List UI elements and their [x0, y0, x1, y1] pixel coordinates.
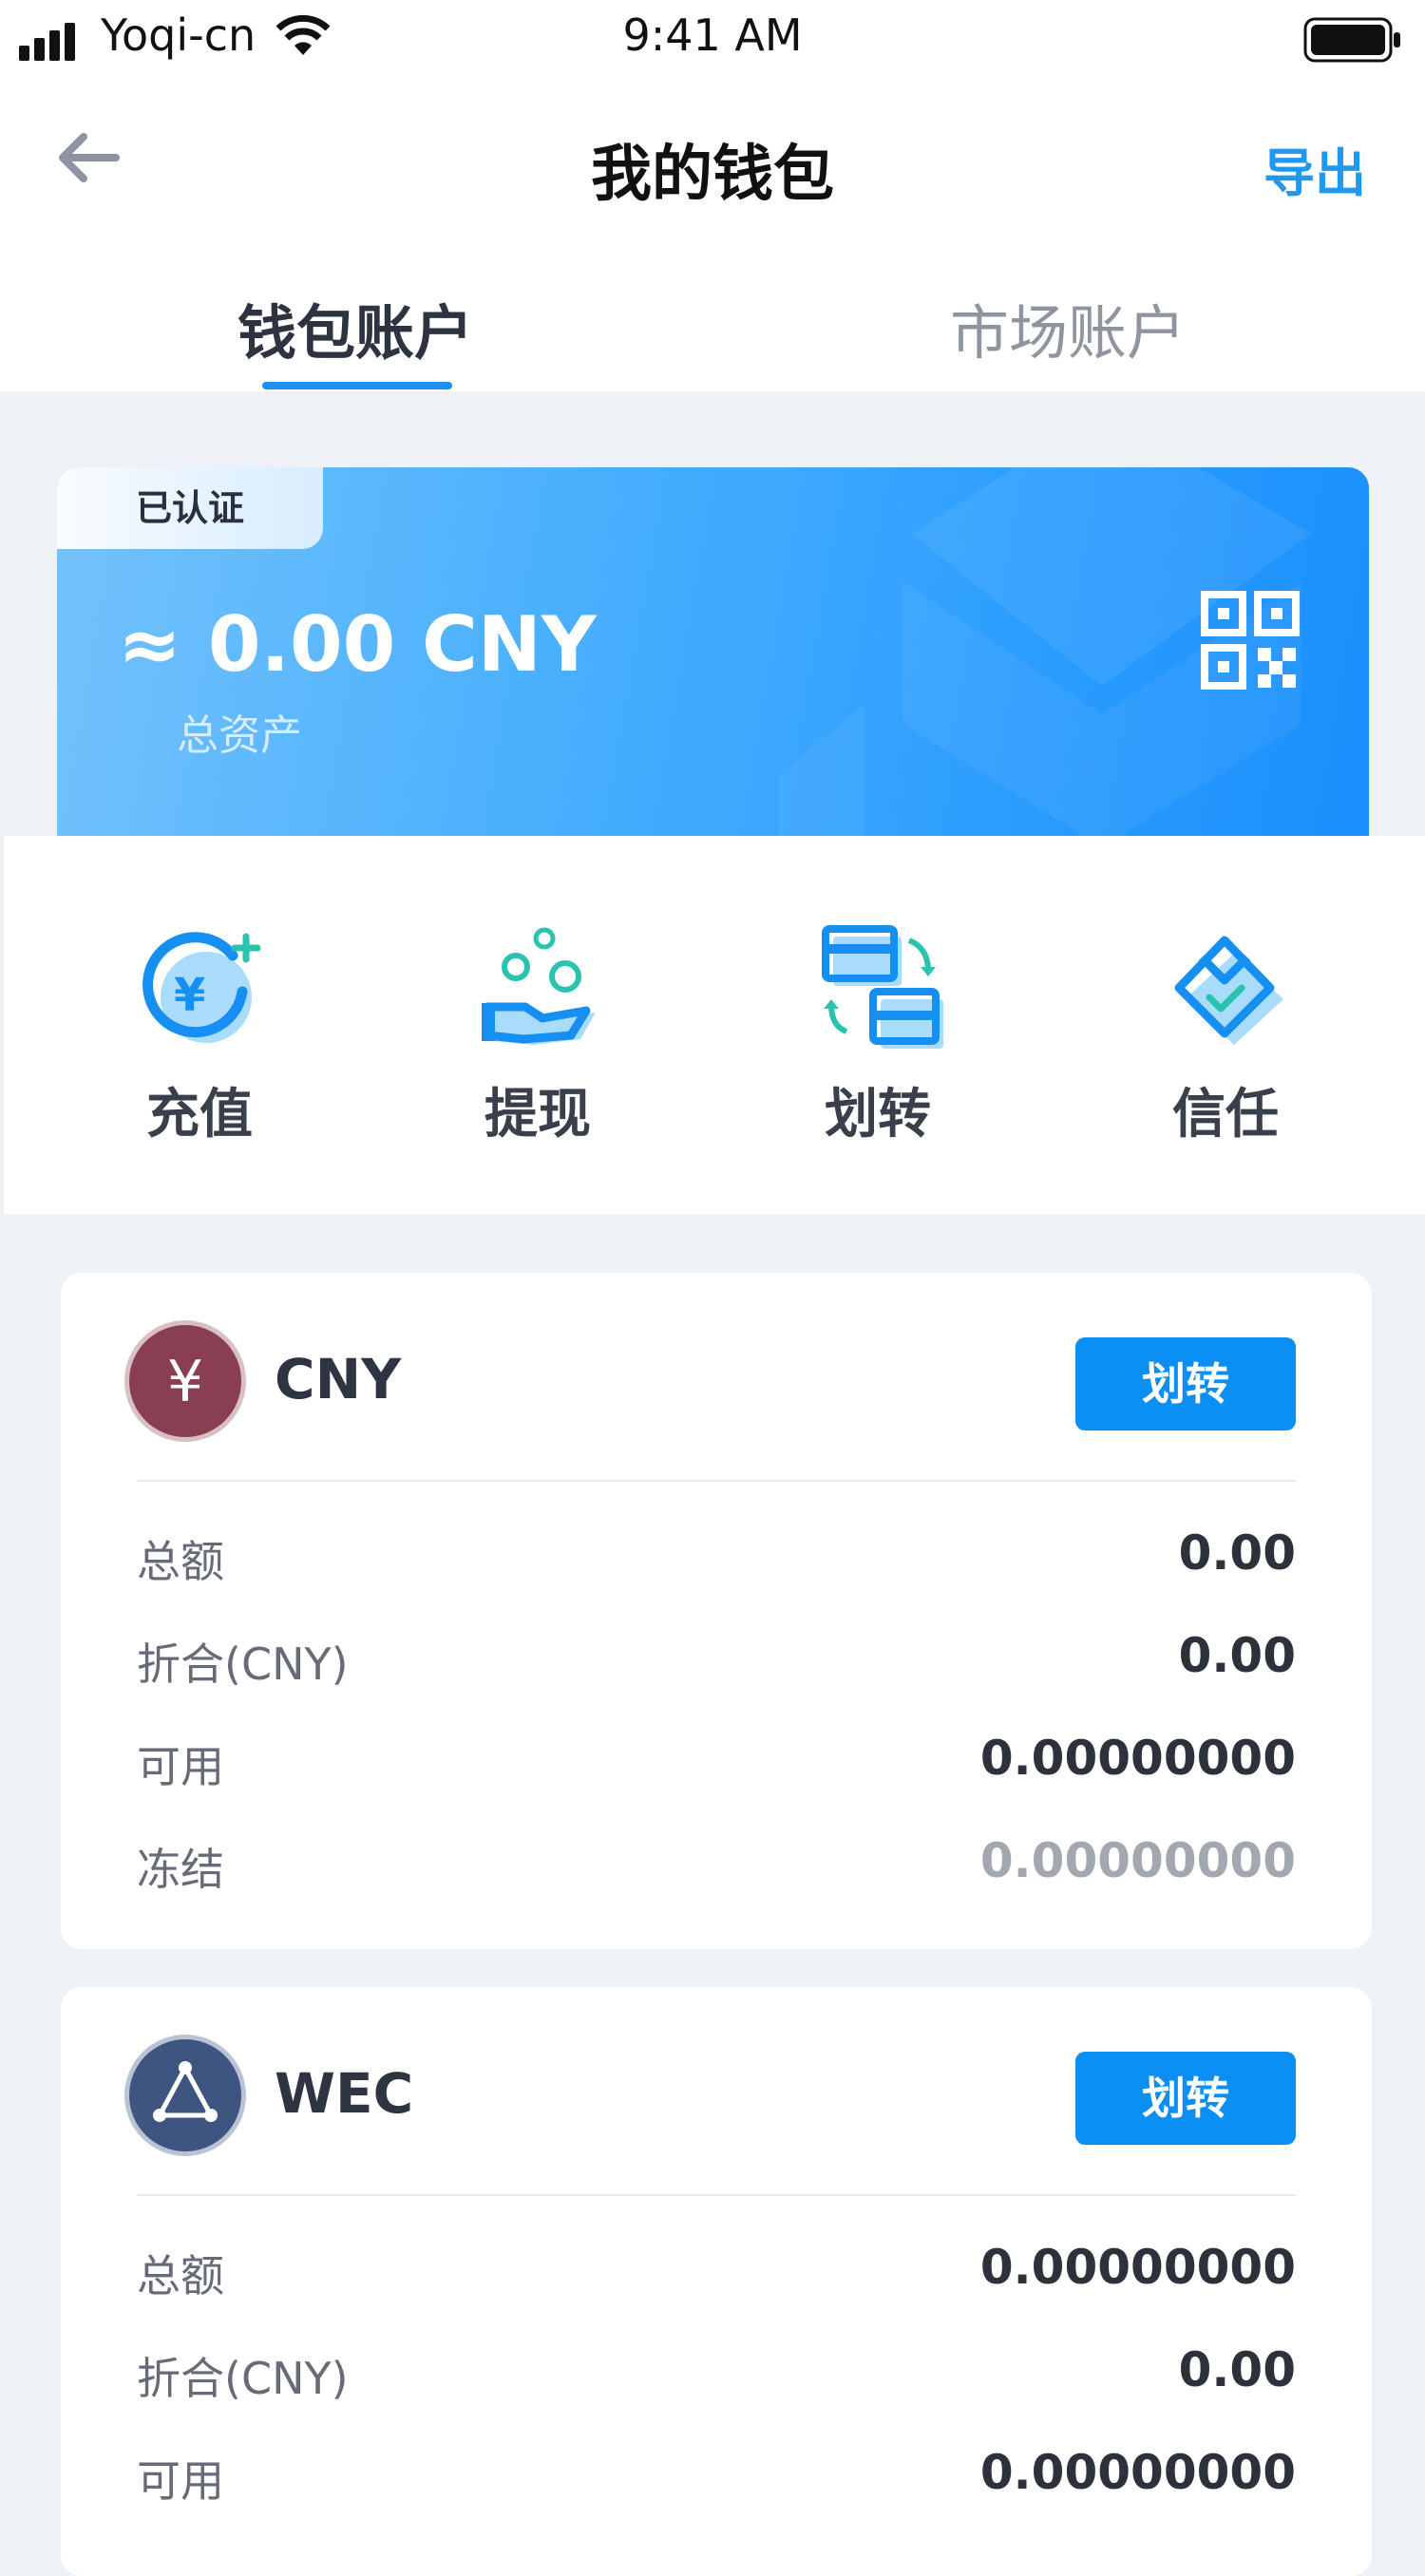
qr-code-icon[interactable] — [1201, 591, 1300, 690]
svg-text:¥: ¥ — [167, 1349, 203, 1415]
asset-name: WEC — [275, 2061, 414, 2126]
status-bar: Yoqi-cn 9:41 AM — [0, 0, 1425, 76]
row-label-total: 总额 — [137, 1536, 224, 1587]
recharge-icon: ¥ — [142, 932, 261, 1043]
row-label-cny-equivalent: 折合(CNY) — [137, 1638, 349, 1690]
total-assets-label: 总资产 — [177, 711, 302, 760]
row-label-frozen: 冻结 — [137, 1844, 224, 1895]
divider — [137, 2194, 1296, 2196]
svg-text:¥: ¥ — [174, 969, 205, 1022]
yuan-coin-icon: ¥ — [129, 1325, 241, 1437]
withdraw-label: 提现 — [484, 1084, 591, 1146]
transfer-icon — [822, 925, 943, 1049]
recharge-label: 充值 — [146, 1084, 253, 1146]
recharge-action[interactable]: ¥ 充值 — [57, 836, 342, 1214]
row-value-cny-equivalent: 0.00 — [1178, 2342, 1296, 2397]
total-assets-card: 已认证 ≈ 0.00 CNY 总资产 — [57, 467, 1369, 836]
export-button[interactable]: 导出 — [1264, 131, 1366, 206]
total-assets-value: ≈ 0.00 CNY — [118, 600, 597, 689]
withdraw-icon — [482, 927, 596, 1045]
row-value-cny-equivalent: 0.00 — [1178, 1628, 1296, 1683]
tab-wallet-account[interactable]: 钱包账户 — [238, 285, 473, 370]
row-label-cny-equivalent: 折合(CNY) — [137, 2353, 349, 2404]
active-tab-indicator — [262, 382, 452, 389]
wec-coin-icon — [129, 2039, 241, 2151]
transfer-action[interactable]: 划转 — [735, 836, 1020, 1214]
row-value-total: 0.00000000 — [979, 2240, 1296, 2295]
transfer-button[interactable]: 划转 — [1075, 2052, 1296, 2145]
trust-icon — [1174, 936, 1283, 1045]
row-value-frozen: 0.00000000 — [979, 1833, 1296, 1888]
row-label-available: 可用 — [137, 2455, 224, 2507]
battery-icon — [1303, 17, 1400, 63]
row-value-available: 0.00000000 — [979, 2445, 1296, 2500]
tab-market-account[interactable]: 市场账户 — [950, 285, 1186, 370]
clock: 9:41 AM — [622, 9, 803, 61]
transfer-button[interactable]: 划转 — [1075, 1337, 1296, 1430]
asset-card-wec: WEC 划转 总额 0.00000000 折合(CNY) 0.00 可用 0.0… — [61, 1987, 1372, 2576]
transfer-label: 划转 — [825, 1084, 931, 1146]
trust-action[interactable]: 信任 — [1083, 836, 1368, 1214]
withdraw-action[interactable]: 提现 — [395, 836, 680, 1214]
asset-name: CNY — [275, 1347, 402, 1411]
asset-card-cny: ¥ CNY 划转 总额 0.00 折合(CNY) 0.00 可用 0.00000… — [61, 1273, 1372, 1949]
page-title: 我的钱包 — [591, 140, 834, 210]
divider — [137, 1480, 1296, 1482]
row-value-available: 0.00000000 — [979, 1731, 1296, 1786]
row-label-available: 可用 — [137, 1741, 224, 1792]
quick-actions: ¥ 充值 提现 划转 信任 — [4, 836, 1425, 1214]
top-header: Yoqi-cn 9:41 AM 我的钱包 导出 钱包账户 市场账户 — [0, 0, 1425, 391]
row-label-total: 总额 — [137, 2250, 224, 2301]
trust-label: 信任 — [1172, 1084, 1279, 1146]
row-value-total: 0.00 — [1178, 1525, 1296, 1581]
verified-badge: 已认证 — [57, 467, 323, 549]
